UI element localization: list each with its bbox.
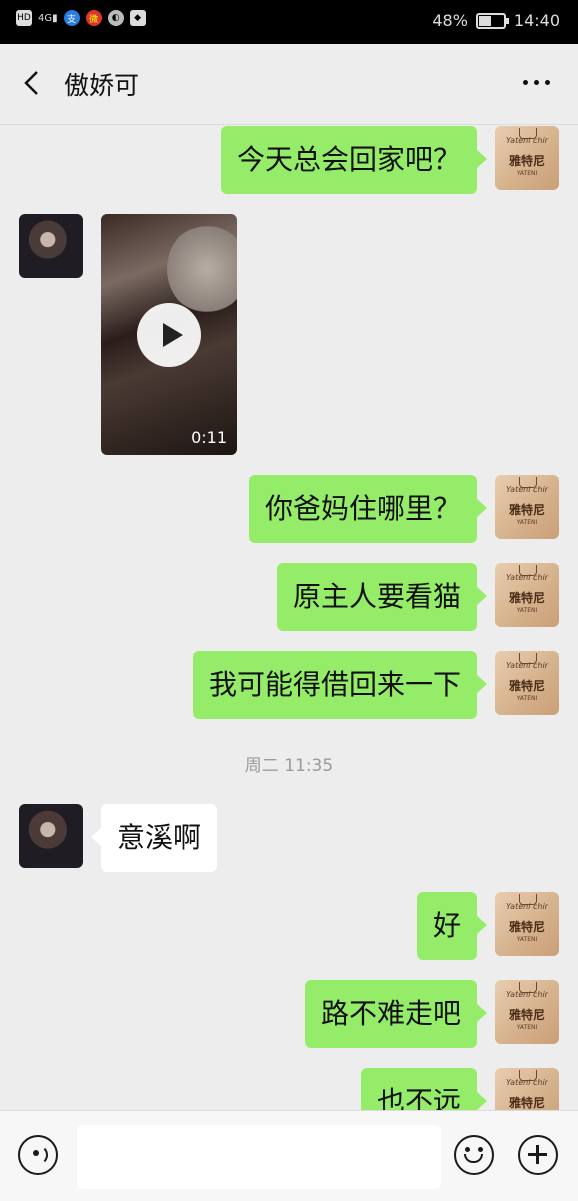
weibo-icon: 微 [85, 10, 102, 26]
more-dots-icon[interactable] [523, 80, 550, 85]
message-bubble[interactable]: 意溪啊 [90, 804, 218, 872]
avatar[interactable]: Yateni chir 雅特尼 YATENI [495, 892, 559, 956]
plus-icon[interactable] [518, 1135, 558, 1175]
avatar[interactable] [19, 804, 83, 868]
voice-icon[interactable] [18, 1135, 58, 1175]
message-bubble[interactable]: 好 [416, 892, 488, 960]
message-bubble[interactable]: 今天总会回家吧？ [220, 126, 488, 194]
message-bubble[interactable]: 路不难走吧 [304, 980, 488, 1048]
avatar[interactable]: Yateni chir 雅特尼 YATENI [495, 651, 559, 715]
page-title: 傲娇可 [64, 71, 140, 100]
emoji-icon[interactable] [454, 1135, 494, 1175]
chevron-left-icon[interactable] [18, 68, 48, 98]
status-icons: HD 4G▮ 支 微 ◐ ◆ [16, 10, 146, 26]
avatar[interactable]: Yateni chir 雅特尼 YATENI [495, 563, 559, 627]
message-bubble[interactable]: 你爸妈住哪里？ [248, 475, 488, 543]
avatar[interactable] [19, 214, 83, 278]
status-bar: HD 4G▮ 支 微 ◐ ◆ 48% 14:40 [0, 0, 578, 44]
shield-icon: ◆ [129, 10, 146, 26]
video-duration: 0:11 [191, 428, 227, 447]
chat-header: 傲娇可 [0, 44, 578, 125]
message-bubble[interactable]: 原主人要看猫 [276, 563, 488, 631]
clock: 14:40 [513, 11, 560, 30]
battery-percent: 48% [432, 11, 468, 30]
message-list[interactable]: 今天总会回家吧？ Yateni chir 雅特尼 YATENI 0:11 你爸妈… [0, 125, 578, 1110]
wechat-icon: ◐ [107, 10, 124, 26]
battery-icon [475, 12, 509, 29]
signal-icon: 4G▮ [38, 12, 58, 24]
play-icon[interactable] [137, 303, 201, 367]
video-thumbnail [167, 224, 237, 314]
hd-icon: HD [16, 10, 32, 26]
input-bar [0, 1110, 578, 1201]
message-bubble[interactable]: 也不远 [360, 1068, 488, 1110]
avatar[interactable]: Yateni chir 雅特尼 YATENI [495, 475, 559, 539]
avatar[interactable]: Yateni chir 雅特尼 YATENI [495, 980, 559, 1044]
timestamp: 周二 11:35 [244, 756, 334, 776]
message-input[interactable] [77, 1125, 441, 1189]
fish-app-icon: 支 [63, 10, 80, 26]
message-bubble[interactable]: 我可能得借回来一下 [192, 651, 488, 719]
avatar[interactable]: Yateni chir 雅特尼 YATENI [495, 126, 559, 190]
avatar[interactable]: Yateni chir 雅特尼 YATENI [495, 1068, 559, 1110]
video-message[interactable]: 0:11 [101, 214, 237, 455]
